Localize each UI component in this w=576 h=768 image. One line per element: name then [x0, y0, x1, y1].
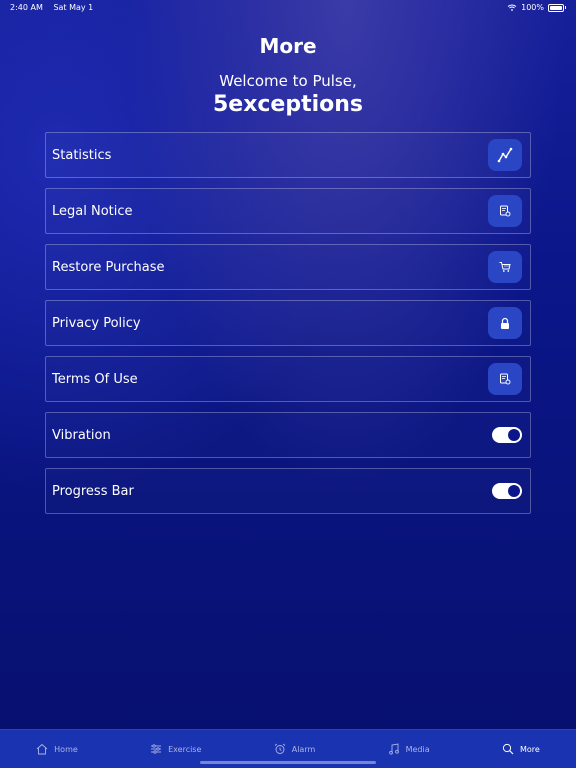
row-label: Terms Of Use — [52, 371, 138, 387]
settings-row-restore-purchase[interactable]: Restore Purchase — [45, 244, 531, 290]
row-label: Progress Bar — [52, 483, 134, 499]
tab-label: More — [519, 744, 540, 754]
row-label: Vibration — [52, 427, 111, 443]
row-label: Statistics — [52, 147, 112, 163]
tab-label: Media — [405, 744, 430, 754]
legal-notice-button[interactable] — [488, 195, 522, 227]
tab-home[interactable]: Home — [36, 743, 78, 755]
username: 5exceptions — [212, 92, 364, 117]
settings-row-progress-bar: Progress Bar — [45, 468, 531, 514]
cart-icon — [499, 262, 511, 272]
wifi-icon — [507, 4, 517, 11]
settings-row-statistics[interactable]: Statistics — [45, 132, 531, 178]
settings-row-vibration: Vibration — [45, 412, 531, 458]
settings-row-privacy-policy[interactable]: Privacy Policy — [45, 300, 531, 346]
row-label: Privacy Policy — [52, 315, 141, 331]
tab-label: Exercise — [168, 744, 202, 754]
settings-list: Statistics Legal Notice Restore Purchase — [45, 132, 531, 524]
music-note-icon — [388, 743, 399, 755]
battery-icon — [548, 3, 564, 12]
page-title: More — [259, 34, 317, 58]
toggle-knob — [508, 485, 520, 497]
tab-alarm[interactable]: Alarm — [274, 743, 316, 755]
vibration-toggle[interactable] — [492, 427, 522, 443]
status-time: 2:40 AM — [10, 3, 43, 12]
document-icon — [500, 373, 511, 385]
row-label: Legal Notice — [52, 203, 133, 219]
statistics-button[interactable] — [488, 139, 522, 171]
settings-row-terms-of-use[interactable]: Terms Of Use — [45, 356, 531, 402]
chart-line-icon — [497, 147, 513, 163]
privacy-policy-button[interactable] — [488, 307, 522, 339]
home-indicator — [200, 761, 376, 764]
restore-purchase-button[interactable] — [488, 251, 522, 283]
document-icon — [500, 205, 511, 217]
welcome-text: Welcome to Pulse, — [219, 72, 357, 90]
battery-percent: 100% — [521, 3, 544, 12]
alarm-icon — [274, 743, 286, 754]
home-icon — [36, 743, 48, 755]
row-label: Restore Purchase — [52, 259, 165, 275]
tab-more[interactable]: More — [502, 743, 540, 755]
terms-of-use-button[interactable] — [488, 363, 522, 395]
tab-label: Alarm — [291, 744, 316, 754]
settings-row-legal-notice[interactable]: Legal Notice — [45, 188, 531, 234]
tab-exercise[interactable]: Exercise — [150, 743, 201, 755]
toggle-knob — [508, 429, 520, 441]
status-date: Sat May 1 — [53, 3, 94, 12]
tab-label: Home — [54, 744, 78, 754]
search-icon — [502, 743, 514, 755]
exercise-icon — [151, 744, 162, 754]
progress-bar-toggle[interactable] — [492, 483, 522, 499]
status-left: 2:40 AM Sat May 1 — [10, 3, 101, 12]
status-right: 100% — [507, 3, 566, 12]
tab-media[interactable]: Media — [388, 743, 430, 755]
status-bar: 2:40 AM Sat May 1 100% — [0, 0, 576, 14]
lock-icon — [501, 317, 509, 329]
